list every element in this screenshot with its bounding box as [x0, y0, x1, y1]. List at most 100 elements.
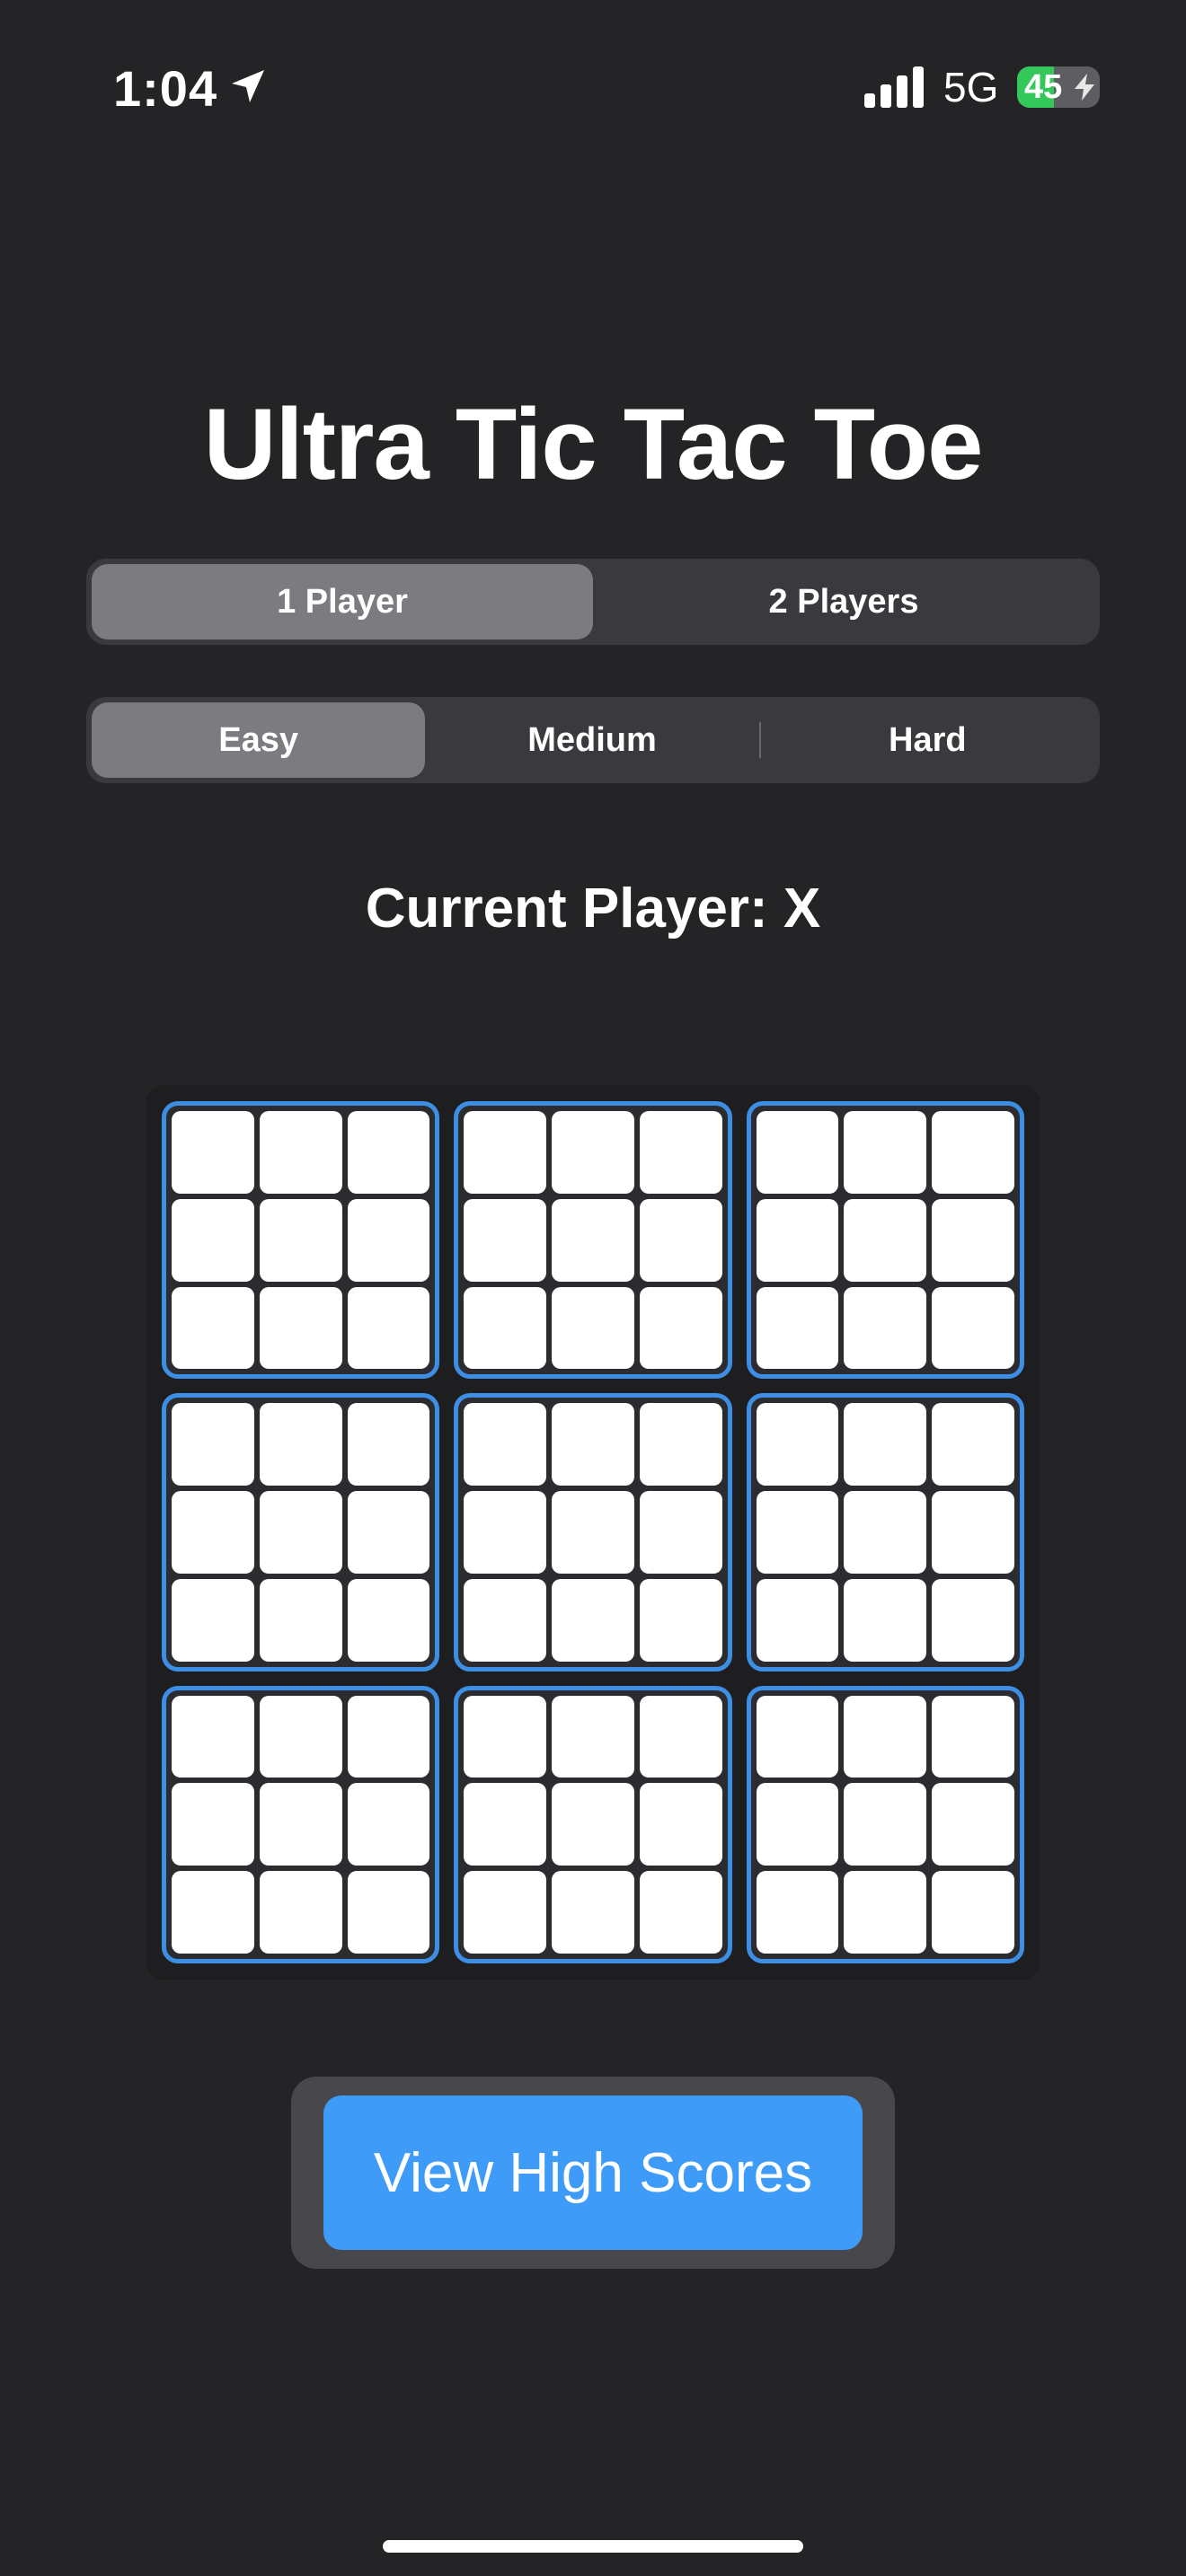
board-cell[interactable] — [932, 1871, 1014, 1954]
sub-board — [746, 1101, 1024, 1380]
board-cell[interactable] — [464, 1286, 547, 1370]
board-cell[interactable] — [259, 1695, 342, 1778]
home-indicator[interactable] — [383, 2540, 803, 2553]
board-cell[interactable] — [347, 1198, 430, 1282]
segment-hard[interactable]: Hard — [761, 702, 1094, 778]
board-cell[interactable] — [552, 1111, 634, 1194]
board-cell[interactable] — [464, 1111, 547, 1194]
board-cell[interactable] — [844, 1871, 927, 1954]
board-cell[interactable] — [844, 1783, 927, 1866]
board-cell[interactable] — [639, 1871, 722, 1954]
segment-medium[interactable]: Medium — [425, 702, 758, 778]
board-cell[interactable] — [756, 1783, 839, 1866]
board-cell[interactable] — [552, 1695, 634, 1778]
board-cell[interactable] — [347, 1578, 430, 1662]
board-cell[interactable] — [347, 1695, 430, 1778]
board-cell[interactable] — [172, 1403, 254, 1486]
board-cell[interactable] — [756, 1198, 839, 1282]
board-cell[interactable] — [844, 1198, 927, 1282]
board-cell[interactable] — [756, 1286, 839, 1370]
board-cell[interactable] — [172, 1871, 254, 1954]
network-type: 5G — [943, 64, 999, 110]
board-cell[interactable] — [639, 1491, 722, 1574]
board-cell[interactable] — [932, 1578, 1014, 1662]
board-cell[interactable] — [464, 1783, 547, 1866]
board-cell[interactable] — [172, 1491, 254, 1574]
difficulty-segmented-control: Easy Medium Hard — [86, 697, 1100, 783]
board-cell[interactable] — [639, 1578, 722, 1662]
board-cell[interactable] — [844, 1491, 927, 1574]
board-cell[interactable] — [932, 1783, 1014, 1866]
board-cell[interactable] — [172, 1578, 254, 1662]
sub-board — [454, 1393, 732, 1672]
board-cell[interactable] — [639, 1695, 722, 1778]
board-cell[interactable] — [639, 1286, 722, 1370]
board-cell[interactable] — [259, 1783, 342, 1866]
board-cell[interactable] — [756, 1491, 839, 1574]
board-cell[interactable] — [844, 1111, 927, 1194]
board-cell[interactable] — [347, 1286, 430, 1370]
high-scores-button-frame: View High Scores — [291, 2077, 895, 2269]
sub-board — [162, 1685, 440, 1963]
board-cell[interactable] — [259, 1871, 342, 1954]
board-cell[interactable] — [259, 1198, 342, 1282]
board-cell[interactable] — [172, 1695, 254, 1778]
board-cell[interactable] — [932, 1403, 1014, 1486]
board-cell[interactable] — [464, 1695, 547, 1778]
board-cell[interactable] — [756, 1695, 839, 1778]
status-bar: 1:04 5G 45 — [0, 56, 1186, 119]
board-cell[interactable] — [552, 1286, 634, 1370]
status-time: 1:04 — [113, 60, 218, 117]
view-high-scores-button[interactable]: View High Scores — [323, 2095, 863, 2250]
board-cell[interactable] — [259, 1403, 342, 1486]
segment-2-players[interactable]: 2 Players — [593, 564, 1094, 640]
board-cell[interactable] — [639, 1198, 722, 1282]
board-cell[interactable] — [932, 1491, 1014, 1574]
board-cell[interactable] — [844, 1578, 927, 1662]
board-cell[interactable] — [844, 1286, 927, 1370]
segment-easy[interactable]: Easy — [92, 702, 426, 778]
board-cell[interactable] — [756, 1871, 839, 1954]
board-cell[interactable] — [552, 1491, 634, 1574]
board-cell[interactable] — [172, 1286, 254, 1370]
board-cell[interactable] — [932, 1111, 1014, 1194]
battery-indicator: 45 — [1017, 66, 1100, 108]
board-cell[interactable] — [347, 1111, 430, 1194]
board-cell[interactable] — [172, 1198, 254, 1282]
current-player-label: Current Player: X — [365, 878, 821, 940]
board-cell[interactable] — [756, 1578, 839, 1662]
board-cell[interactable] — [552, 1578, 634, 1662]
board-cell[interactable] — [464, 1198, 547, 1282]
board-cell[interactable] — [639, 1111, 722, 1194]
board-cell[interactable] — [347, 1783, 430, 1866]
board-cell[interactable] — [756, 1111, 839, 1194]
board-cell[interactable] — [552, 1403, 634, 1486]
board-cell[interactable] — [552, 1871, 634, 1954]
board-cell[interactable] — [464, 1578, 547, 1662]
board-cell[interactable] — [844, 1403, 927, 1486]
board-cell[interactable] — [932, 1198, 1014, 1282]
battery-percent: 45 — [1024, 68, 1063, 106]
board-cell[interactable] — [259, 1578, 342, 1662]
board-cell[interactable] — [932, 1286, 1014, 1370]
board-cell[interactable] — [464, 1403, 547, 1486]
board-cell[interactable] — [347, 1871, 430, 1954]
segment-1-player[interactable]: 1 Player — [92, 564, 593, 640]
board-cell[interactable] — [259, 1111, 342, 1194]
board-cell[interactable] — [259, 1286, 342, 1370]
board-cell[interactable] — [464, 1491, 547, 1574]
cellular-signal-icon — [864, 66, 924, 108]
board-cell[interactable] — [552, 1198, 634, 1282]
board-cell[interactable] — [639, 1403, 722, 1486]
board-cell[interactable] — [844, 1695, 927, 1778]
board-cell[interactable] — [639, 1783, 722, 1866]
board-cell[interactable] — [259, 1491, 342, 1574]
board-cell[interactable] — [464, 1871, 547, 1954]
board-cell[interactable] — [756, 1403, 839, 1486]
board-cell[interactable] — [172, 1783, 254, 1866]
board-cell[interactable] — [932, 1695, 1014, 1778]
board-cell[interactable] — [172, 1111, 254, 1194]
board-cell[interactable] — [552, 1783, 634, 1866]
board-cell[interactable] — [347, 1403, 430, 1486]
board-cell[interactable] — [347, 1491, 430, 1574]
